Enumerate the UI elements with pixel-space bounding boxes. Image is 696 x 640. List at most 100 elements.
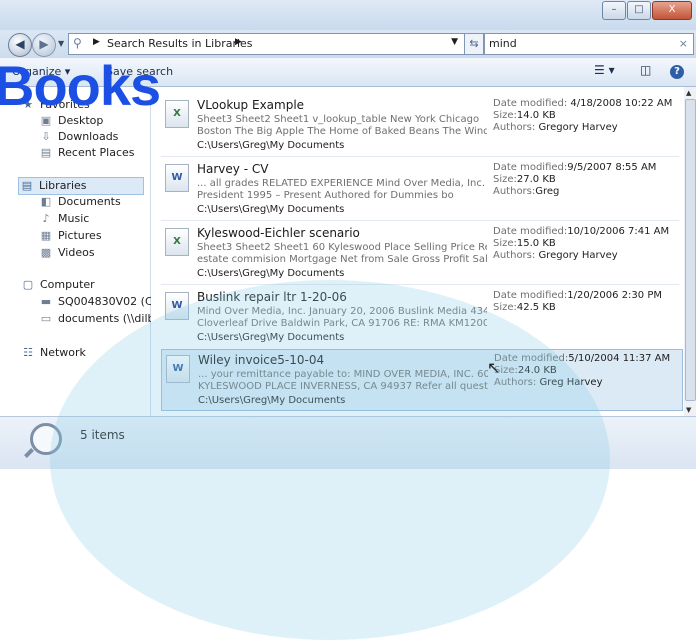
forward-button[interactable]: ▶: [32, 33, 56, 57]
result-title: Wiley invoice5-10-04: [198, 353, 325, 367]
breadcrumb-separator-icon[interactable]: ▶: [93, 37, 100, 47]
search-input[interactable]: mind ×: [484, 33, 694, 55]
snippet-line: ... your remittance payable to: MIND OVE…: [198, 369, 488, 380]
size-label: Size:: [493, 302, 517, 313]
result-metadata: Date modified:5/10/2004 11:37 AM Size:24…: [494, 353, 670, 389]
nav-favorites[interactable]: ★ Favorites: [20, 97, 90, 113]
size-label: Size:: [494, 365, 518, 376]
nav-videos[interactable]: ▩ Videos: [38, 245, 95, 261]
search-result-item-selected[interactable]: W Wiley invoice5-10-04 ... your remittan…: [161, 349, 683, 411]
authors-value: Greg: [535, 186, 560, 197]
size-label: Size:: [493, 174, 517, 185]
size-value: 27.0 KB: [516, 174, 556, 185]
result-snippet: ... your remittance payable to: MIND OVE…: [198, 369, 488, 393]
nav-label: Network: [40, 346, 86, 359]
organize-menu[interactable]: Organize ▾: [12, 65, 70, 78]
recent-places-icon: ▤: [40, 146, 52, 159]
close-button[interactable]: X: [652, 1, 692, 20]
snippet-line: President 1995 – Present Authored for Du…: [197, 190, 454, 201]
size-value: 24.0 KB: [517, 365, 557, 376]
star-icon: ★: [23, 98, 33, 111]
result-title: VLookup Example: [197, 98, 305, 112]
help-icon[interactable]: ?: [670, 65, 684, 79]
divider: [161, 220, 679, 221]
address-dropdown-icon[interactable]: ▼: [451, 37, 458, 47]
excel-file-icon: X: [165, 228, 189, 256]
nav-downloads[interactable]: ⇩ Downloads: [38, 129, 118, 145]
address-bar[interactable]: ⚲ ▶ Search Results in Libraries ▶ ▼: [68, 33, 465, 55]
size-label: Size:: [493, 238, 517, 249]
result-metadata: Date modified:10/10/2006 7:41 AM Size:15…: [493, 226, 669, 262]
preview-pane-icon[interactable]: ◫: [640, 63, 651, 77]
desktop-icon: ▣: [40, 114, 52, 127]
snippet-line: Cloverleaf Drive Baldwin Park, CA 91706 …: [197, 318, 487, 329]
scroll-up-icon[interactable]: ▲: [686, 89, 691, 97]
documents-icon: ◧: [40, 195, 52, 208]
divider: [161, 284, 679, 285]
details-pane: 5 items: [0, 416, 696, 469]
date-value: 4/18/2008 10:22 AM: [570, 98, 673, 109]
search-result-item[interactable]: X VLookup Example Sheet3 Sheet2 Sheet1 v…: [161, 95, 681, 155]
search-result-item[interactable]: X Kyleswood-Eichler scenario Sheet3 Shee…: [161, 223, 681, 283]
nav-desktop[interactable]: ▣ Desktop: [38, 113, 104, 129]
search-folder-icon: ⚲: [73, 36, 82, 50]
save-search-button[interactable]: Save search: [106, 65, 173, 78]
nav-label: Videos: [58, 246, 95, 259]
downloads-icon: ⇩: [41, 130, 51, 143]
nav-drive-c[interactable]: ▬ SQ004830V02 (C:): [38, 294, 161, 310]
authors-value: Greg Harvey: [539, 377, 603, 388]
authors-value: Gregory Harvey: [538, 122, 618, 133]
nav-label: Desktop: [58, 114, 104, 127]
search-value[interactable]: mind: [489, 37, 517, 50]
navigation-pane: ★ Favorites ▣ Desktop ⇩ Downloads ▤ Recent P…: [0, 87, 170, 416]
nav-network[interactable]: ☷ Network: [20, 345, 86, 361]
music-icon: ♪: [42, 212, 50, 225]
scroll-down-icon[interactable]: ▼: [686, 406, 691, 414]
result-path: C:\Users\Greg\My Documents: [197, 268, 345, 279]
snippet-line: estate commision Mortgage Net from Sale …: [197, 254, 487, 265]
nav-computer[interactable]: ▢ Computer: [20, 277, 95, 293]
result-path: C:\Users\Greg\My Documents: [197, 204, 345, 215]
search-result-item[interactable]: W Harvey - CV ... all grades RELATED EXP…: [161, 159, 681, 219]
size-value: 42.5 KB: [516, 302, 556, 313]
result-title: Harvey - CV: [197, 162, 269, 176]
refresh-button[interactable]: ⇆: [464, 33, 484, 55]
nav-documents[interactable]: ◧ Documents: [38, 194, 121, 210]
scroll-thumb[interactable]: [685, 99, 696, 401]
size-label: Size:: [493, 110, 517, 121]
nav-label: Downloads: [58, 130, 119, 143]
nav-recent-places[interactable]: ▤ Recent Places: [38, 145, 135, 161]
result-metadata: Date modified:9/5/2007 8:55 AM Size:27.0…: [493, 162, 656, 198]
authors-label: Authors:: [494, 377, 537, 388]
result-snippet: ... all grades RELATED EXPERIENCE Mind O…: [197, 178, 487, 202]
nav-libraries[interactable]: ▤ Libraries: [18, 177, 144, 195]
vertical-scrollbar[interactable]: ▲ ▼: [684, 87, 696, 416]
search-result-item[interactable]: W Buslink repair ltr 1-20-06 Mind Over M…: [161, 287, 681, 347]
breadcrumb-separator-icon[interactable]: ▶: [235, 37, 242, 47]
nav-label: Pictures: [58, 229, 102, 242]
excel-file-icon: X: [165, 100, 189, 128]
views-icon[interactable]: ☰ ▾: [594, 63, 615, 77]
maximize-button[interactable]: □: [627, 1, 651, 20]
magnifier-icon: [30, 423, 62, 455]
word-file-icon: W: [166, 355, 190, 383]
clear-search-icon[interactable]: ×: [679, 37, 688, 50]
nav-pictures[interactable]: ▦ Pictures: [38, 228, 102, 244]
nav-label: Documents: [58, 195, 121, 208]
magnifier-handle: [24, 448, 34, 458]
window-controls: – □ X: [601, 1, 692, 20]
result-snippet: Sheet3 Sheet2 Sheet1 v_lookup_table New …: [197, 114, 487, 138]
recent-pages-dropdown[interactable]: ▼: [58, 39, 64, 48]
snippet-line: KYLESWOOD PLACE INVERNESS, CA 94937 Refe…: [198, 381, 488, 392]
minimize-button[interactable]: –: [602, 1, 626, 20]
date-value: 9/5/2007 8:55 AM: [567, 162, 657, 173]
nav-music[interactable]: ♪ Music: [38, 211, 89, 227]
back-button[interactable]: ◀: [8, 33, 32, 57]
authors-label: Authors:: [493, 122, 536, 133]
item-count: 5 items: [80, 428, 125, 442]
snippet-line: ... all grades RELATED EXPERIENCE Mind O…: [197, 178, 486, 189]
date-label: Date modified:: [493, 226, 568, 237]
breadcrumb[interactable]: Search Results in Libraries: [107, 37, 253, 50]
nav-label: Recent Places: [58, 146, 135, 159]
date-value: 5/10/2004 11:37 AM: [568, 353, 671, 364]
